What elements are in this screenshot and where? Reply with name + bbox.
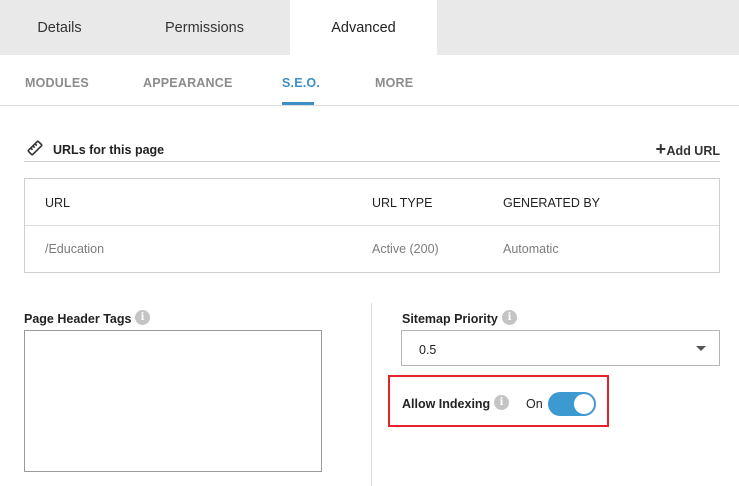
tab-permissions[interactable]: Permissions bbox=[119, 0, 290, 55]
chevron-down-icon bbox=[696, 346, 706, 351]
link-tag-icon bbox=[27, 140, 43, 156]
column-header-url-type: URL TYPE bbox=[372, 196, 433, 210]
info-icon[interactable]: i bbox=[135, 310, 150, 325]
urls-table: URL URL TYPE GENERATED BY /Education Act… bbox=[24, 178, 720, 273]
subtab-more[interactable]: MORE bbox=[375, 76, 413, 90]
table-header-row: URL URL TYPE GENERATED BY bbox=[25, 179, 719, 226]
toggle-knob bbox=[574, 394, 594, 414]
add-url-label: Add URL bbox=[666, 144, 720, 158]
sub-tab-bar: MODULES APPEARANCE S.E.O. MORE bbox=[0, 55, 739, 106]
column-header-generated-by: GENERATED BY bbox=[503, 196, 601, 210]
tab-advanced[interactable]: Advanced bbox=[290, 0, 437, 55]
info-icon[interactable]: i bbox=[494, 395, 509, 410]
info-icon[interactable]: i bbox=[502, 310, 517, 325]
page-header-tags-label: Page Header Tags bbox=[24, 312, 132, 326]
active-subtab-indicator bbox=[282, 102, 314, 105]
plus-icon: + bbox=[655, 139, 666, 159]
cell-url-type: Active (200) bbox=[372, 242, 439, 256]
column-divider bbox=[371, 303, 372, 486]
subtab-appearance[interactable]: APPEARANCE bbox=[143, 76, 233, 90]
urls-section-header: URLs for this page + Add URL bbox=[24, 138, 720, 162]
allow-indexing-state: On bbox=[526, 397, 543, 411]
top-tab-bar: Details Permissions Advanced bbox=[0, 0, 739, 55]
cell-url: /Education bbox=[45, 242, 105, 256]
subtab-seo[interactable]: S.E.O. bbox=[282, 76, 320, 90]
sitemap-priority-value: 0.5 bbox=[419, 343, 437, 357]
allow-indexing-toggle[interactable] bbox=[548, 392, 596, 416]
page-header-tags-input[interactable] bbox=[24, 330, 322, 472]
sitemap-priority-label: Sitemap Priority bbox=[402, 312, 498, 326]
sitemap-priority-select[interactable]: 0.5 bbox=[401, 330, 720, 366]
column-header-url: URL bbox=[45, 196, 71, 210]
cell-generated-by: Automatic bbox=[503, 242, 559, 256]
urls-section-title: URLs for this page bbox=[53, 143, 165, 157]
subtab-modules[interactable]: MODULES bbox=[25, 76, 89, 90]
allow-indexing-label: Allow Indexing bbox=[402, 397, 491, 411]
table-row[interactable]: /Education Active (200) Automatic bbox=[25, 226, 719, 272]
tab-details[interactable]: Details bbox=[0, 0, 119, 55]
